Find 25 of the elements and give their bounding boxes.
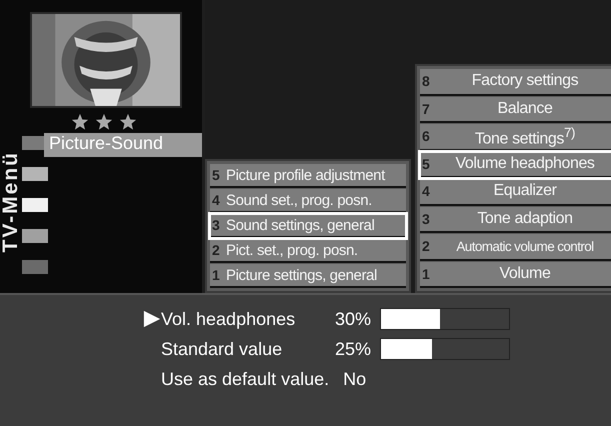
menu-title: Picture-Sound [44,133,202,157]
menu-item[interactable]: 2 Pict. set., prog. posn. [210,239,406,263]
star-icon [94,113,114,131]
menu-item[interactable]: 3 Tone adaption [420,206,611,233]
setting-label: Use as default value. [161,368,330,390]
vertical-menu-title: TV-Menü [0,151,22,252]
star-icon [118,113,138,131]
menu-item[interactable]: 1 Volume [420,262,611,288]
menu-item[interactable]: 7 Balance [420,96,611,123]
menu-item[interactable]: 3 Sound settings, general [210,214,406,238]
setting-value: 30% [334,308,371,330]
menu-item[interactable]: 8 Factory settings [420,69,611,96]
setting-value: No [343,368,366,390]
pointer-icon [143,309,161,329]
setting-value: 25% [334,338,371,360]
menu-item[interactable]: 5 Volume headphones [420,152,611,178]
menu-item[interactable]: 4 Sound set., prog. posn. [210,189,406,213]
menu-item[interactable]: 5 Picture profile adjustment [210,164,406,188]
menu-item[interactable]: 4 Equalizer [420,179,611,206]
menu-item[interactable]: 2 Automatic volume control [420,234,611,260]
star-icon [70,113,90,131]
menu-item[interactable]: 6 Tone settings$^{7)}$ [420,124,611,150]
setting-label: Vol. headphones [161,308,296,330]
menu-item[interactable]: 1 Picture settings, general [210,264,406,288]
setting-label: Standard value [161,338,284,360]
